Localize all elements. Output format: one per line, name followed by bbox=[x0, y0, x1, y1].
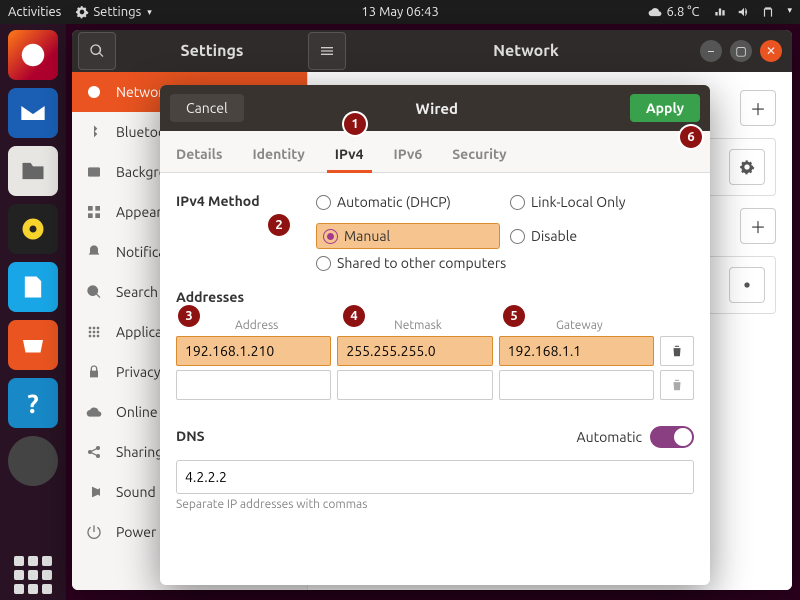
settings-titlebar: Settings Network – ▢ ✕ bbox=[72, 30, 792, 72]
app-indicator[interactable]: Settings ▾ bbox=[75, 5, 151, 19]
gateway-input-empty[interactable] bbox=[499, 370, 654, 400]
network-icon[interactable] bbox=[713, 5, 727, 19]
tab-identity[interactable]: Identity bbox=[250, 136, 306, 172]
method-linklocal[interactable]: Link-Local Only bbox=[510, 194, 694, 210]
top-menubar: Activities Settings ▾ 13 May 06:43 6.8 °… bbox=[0, 0, 800, 24]
radio-label: Disable bbox=[531, 228, 577, 244]
callout-3: 3 bbox=[178, 305, 200, 327]
method-disable[interactable]: Disable bbox=[510, 228, 694, 244]
netmask-input-empty[interactable] bbox=[337, 370, 492, 400]
gateway-input[interactable] bbox=[499, 336, 654, 366]
connection-editor-dialog: Cancel Wired Apply Details Identity IPv4… bbox=[160, 85, 710, 585]
tab-ipv4[interactable]: IPv4 bbox=[333, 136, 366, 172]
ipv4-panel: IPv4 Method Automatic (DHCP) Link-Local … bbox=[160, 173, 710, 585]
address-input-empty[interactable] bbox=[176, 370, 331, 400]
addresses-label: Addresses bbox=[176, 289, 694, 305]
dock-files[interactable] bbox=[8, 146, 58, 196]
dns-automatic-switch[interactable] bbox=[650, 426, 694, 448]
dns-servers-input[interactable] bbox=[176, 460, 694, 494]
battery-icon[interactable] bbox=[761, 5, 775, 19]
app-indicator-label: Settings bbox=[93, 5, 141, 19]
dns-automatic-label: Automatic bbox=[577, 429, 642, 445]
radio-label: Shared to other computers bbox=[337, 255, 506, 271]
dns-label: DNS bbox=[176, 428, 205, 444]
launcher-dock: ? bbox=[0, 24, 66, 600]
radio-label: Link-Local Only bbox=[531, 194, 626, 210]
chevron-down-icon: ▾ bbox=[787, 5, 792, 19]
search-button[interactable] bbox=[78, 32, 116, 70]
sidebar-item-label: Sound bbox=[116, 484, 156, 500]
address-input[interactable] bbox=[176, 336, 331, 366]
add-connection-button[interactable]: ＋ bbox=[740, 90, 776, 126]
apply-button[interactable]: Apply bbox=[630, 94, 700, 122]
dock-extra[interactable] bbox=[8, 436, 58, 486]
hamburger-button[interactable] bbox=[308, 32, 346, 70]
dialog-title: Wired bbox=[415, 100, 458, 117]
dock-rhythmbox[interactable] bbox=[8, 204, 58, 254]
tab-ipv6[interactable]: IPv6 bbox=[392, 136, 425, 172]
dialog-tabs: Details Identity IPv4 IPv6 Security bbox=[160, 131, 710, 173]
volume-icon[interactable] bbox=[737, 5, 751, 19]
callout-1: 1 bbox=[344, 113, 366, 135]
netmask-input[interactable] bbox=[337, 336, 492, 366]
add-connection-button-2[interactable]: ＋ bbox=[740, 208, 776, 244]
weather-icon bbox=[648, 5, 662, 19]
connection-settings-button[interactable] bbox=[729, 149, 765, 185]
radio-label: Automatic (DHCP) bbox=[337, 194, 451, 210]
dialog-header: Cancel Wired Apply bbox=[160, 85, 710, 131]
dock-help[interactable]: ? bbox=[8, 378, 58, 428]
sidebar-item-label: Privacy bbox=[116, 364, 160, 380]
gear-icon bbox=[75, 5, 89, 19]
delete-row-button[interactable] bbox=[660, 370, 694, 400]
callout-6: 6 bbox=[680, 126, 702, 148]
sidebar-item-label: Power bbox=[116, 524, 156, 540]
dock-thunderbird[interactable] bbox=[8, 88, 58, 138]
weather-text: 6.8 °C bbox=[666, 5, 699, 19]
tab-label: IPv4 bbox=[335, 146, 364, 162]
callout-4: 4 bbox=[343, 305, 365, 327]
col-address: Address bbox=[176, 319, 337, 332]
tab-details[interactable]: Details bbox=[174, 136, 224, 172]
close-button[interactable]: ✕ bbox=[760, 40, 782, 62]
callout-5: 5 bbox=[503, 305, 525, 327]
delete-row-button[interactable] bbox=[660, 336, 694, 366]
method-manual[interactable]: Manual bbox=[316, 223, 500, 249]
dock-firefox[interactable] bbox=[8, 30, 58, 80]
callout-2: 2 bbox=[268, 214, 290, 236]
show-applications[interactable] bbox=[8, 550, 58, 600]
method-automatic[interactable]: Automatic (DHCP) bbox=[316, 194, 500, 210]
cancel-button[interactable]: Cancel bbox=[170, 94, 244, 122]
clock[interactable]: 13 May 06:43 bbox=[361, 5, 438, 19]
sidebar-item-label: Search bbox=[116, 284, 158, 300]
weather-indicator[interactable]: 6.8 °C bbox=[648, 5, 699, 19]
dock-libreoffice[interactable] bbox=[8, 262, 58, 312]
sidebar-item-label: Sharing bbox=[116, 444, 163, 460]
connection-settings-button-2[interactable] bbox=[729, 267, 765, 303]
method-shared[interactable]: Shared to other computers bbox=[316, 255, 694, 271]
chevron-down-icon: ▾ bbox=[147, 7, 152, 18]
dock-ubuntu-software[interactable] bbox=[8, 320, 58, 370]
radio-label: Manual bbox=[344, 228, 390, 244]
activities-button[interactable]: Activities bbox=[8, 5, 61, 19]
panel-title: Network bbox=[352, 42, 700, 60]
settings-title: Settings bbox=[122, 42, 302, 60]
maximize-button[interactable]: ▢ bbox=[730, 40, 752, 62]
dns-note: Separate IP addresses with commas bbox=[176, 498, 694, 511]
ipv4-method-label: IPv4 Method bbox=[176, 193, 306, 209]
tab-security[interactable]: Security bbox=[450, 136, 508, 172]
minimize-button[interactable]: – bbox=[700, 40, 722, 62]
